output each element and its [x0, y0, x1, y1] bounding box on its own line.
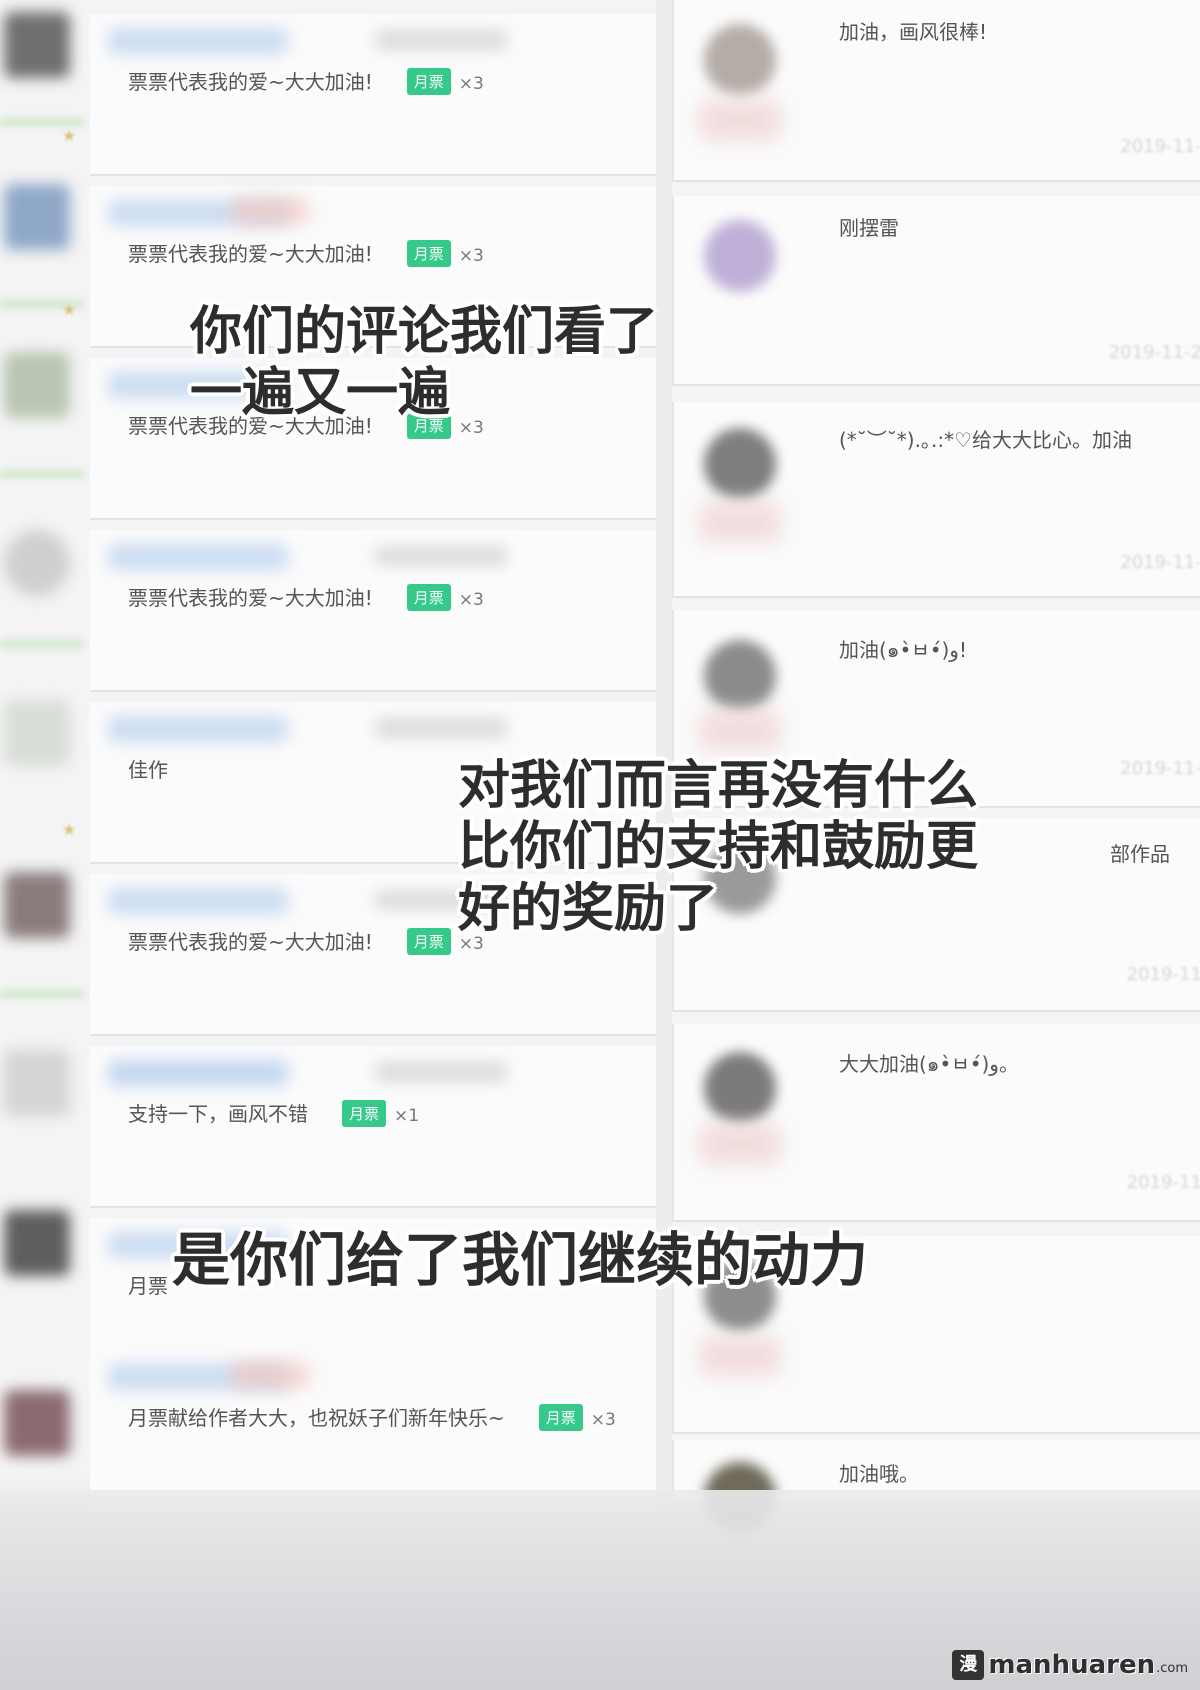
level-bar [0, 990, 84, 998]
level-bar [0, 118, 84, 126]
comment-text: 月票献给作者大大，也祝妖子们新年快乐~ [128, 1406, 505, 1430]
comment-text: 票票代表我的爱~大大加油! [128, 242, 373, 266]
blurred-avatar-shadow [700, 710, 780, 750]
comment-text: 刚摆雷 [839, 216, 899, 240]
blurred-avatar [704, 220, 776, 292]
blurred-timestamp [376, 30, 506, 50]
comment-date: 2019-11- [1120, 136, 1200, 157]
blurred-avatar [4, 352, 70, 418]
blurred-avatar-shadow [700, 1336, 780, 1376]
comment-text: (*˘︶˘*).｡.:*♡给大大比心。加油 [839, 428, 1132, 452]
comment-text: 票票代表我的爱~大大加油! [128, 586, 373, 610]
monthly-ticket-badge: 月票 [406, 68, 451, 95]
blurred-avatar-strip: ★ ★ ★ [0, 0, 90, 1500]
blurred-avatar [704, 428, 776, 500]
ticket-count: ×3 [458, 74, 484, 94]
watermark-tld: .com [1156, 1661, 1188, 1676]
caption-best-reward: 对我们而言再没有什么 比你们的支持和鼓励更 好的奖励了 [458, 756, 979, 939]
monthly-ticket-badge: 月票 [342, 1100, 387, 1127]
blurred-username [108, 1060, 288, 1086]
comment-text: 大大加油(๑•̀ㅂ•́)و。 [839, 1052, 1019, 1076]
comment-text: 加油，画风很棒! [839, 20, 988, 44]
comment-card: 月票献给作者大大，也祝妖子们新年快乐~ 月票 ×3 [90, 1350, 656, 1510]
blurred-avatar [704, 640, 776, 712]
comment-text-row: 票票代表我的爱~大大加油! 月票 ×3 [128, 582, 484, 611]
comment-date: 2019-11- [1120, 552, 1200, 573]
comment-text: 佳作 [128, 758, 168, 782]
comment-text: 票票代表我的爱~大大加油! [128, 930, 373, 954]
blurred-avatar [4, 1050, 70, 1116]
comment-card: 加油，画风很棒! 2019-11- [672, 0, 1200, 182]
blurred-timestamp [376, 718, 506, 738]
blurred-avatar-shadow [700, 502, 780, 542]
blurred-avatar [704, 24, 776, 96]
blurred-avatar [4, 530, 70, 596]
comment-text-row: 票票代表我的爱~大大加油! 月票 ×3 [128, 66, 484, 95]
comment-card: 大大加油(๑•̀ㅂ•́)و。 2019-11 [672, 1024, 1200, 1222]
blurred-timestamp [376, 546, 506, 566]
blurred-avatar-shadow [700, 1124, 780, 1164]
level-star-icon: ★ [62, 126, 77, 145]
watermark-text: manhuaren [988, 1650, 1156, 1680]
blurred-username [108, 544, 288, 570]
comment-date: 2019-11 [1126, 1172, 1200, 1193]
comment-date: 2019-11 [1126, 964, 1200, 985]
caption-read-comments: 你们的评论我们看了 一遍又一遍 [190, 302, 659, 424]
watermark: 漫 manhuaren .com [952, 1650, 1188, 1680]
comment-text-row: 票票代表我的爱~大大加油! 月票 ×3 [128, 238, 484, 267]
ticket-count: ×1 [394, 1106, 420, 1126]
comment-text-row: 支持一下，画风不错 月票 ×1 [128, 1098, 419, 1127]
manhuaren-logo-icon: 漫 [952, 1650, 985, 1680]
blurred-timestamp [376, 1062, 506, 1082]
comment-card: 票票代表我的爱~大大加油! 月票 ×3 [90, 530, 656, 692]
ticket-count: ×3 [458, 246, 484, 266]
level-star-icon: ★ [62, 300, 77, 319]
monthly-ticket-badge: 月票 [406, 240, 451, 267]
blurred-avatar-shadow [700, 100, 780, 140]
blurred-avatar [4, 1210, 70, 1276]
monthly-ticket-badge: 月票 [538, 1404, 583, 1431]
comment-text-row: 月票献给作者大大，也祝妖子们新年快乐~ 月票 ×3 [128, 1402, 616, 1431]
blurred-username [108, 716, 288, 742]
monthly-ticket-badge: 月票 [406, 928, 451, 955]
blurred-avatar [4, 872, 70, 938]
level-star-icon: ★ [62, 820, 77, 839]
blurred-username [108, 888, 288, 914]
comment-text-row: 月票 [128, 1270, 168, 1299]
blurred-username [108, 28, 288, 54]
caption-motivation: 是你们给了我们继续的动力 [172, 1226, 869, 1294]
level-bar [0, 640, 84, 648]
blurred-avatar [4, 184, 70, 250]
comment-card: (*˘︶˘*).｡.:*♡给大大比心。加油 2019-11- [672, 402, 1200, 598]
comment-card: 支持一下，画风不错 月票 ×1 [90, 1046, 656, 1208]
comment-text: 加油哦。 [839, 1462, 919, 1486]
comment-text-row: 票票代表我的爱~大大加油! 月票 ×3 [128, 926, 484, 955]
blurred-badge [230, 198, 310, 224]
comment-text: 支持一下，画风不错 [128, 1102, 308, 1126]
blurred-avatar [704, 1052, 776, 1124]
comment-text-row: 佳作 [128, 754, 168, 783]
blurred-avatar [4, 700, 70, 766]
blurred-badge [230, 1362, 310, 1388]
ticket-count: ×3 [458, 590, 484, 610]
ticket-count: ×3 [590, 1410, 616, 1430]
blurred-avatar [4, 1390, 70, 1456]
level-bar [0, 470, 84, 478]
comment-date: 2019-11-2 [1108, 342, 1200, 363]
comment-text: 月票 [128, 1274, 168, 1298]
monthly-ticket-badge: 月票 [406, 584, 451, 611]
comment-text: 加油(๑•̀ㅂ•́)و! [839, 638, 967, 662]
comment-card: 票票代表我的爱~大大加油! 月票 ×3 [90, 14, 656, 176]
blurred-avatar [4, 12, 70, 78]
comment-text: 票票代表我的爱~大大加油! [128, 70, 373, 94]
